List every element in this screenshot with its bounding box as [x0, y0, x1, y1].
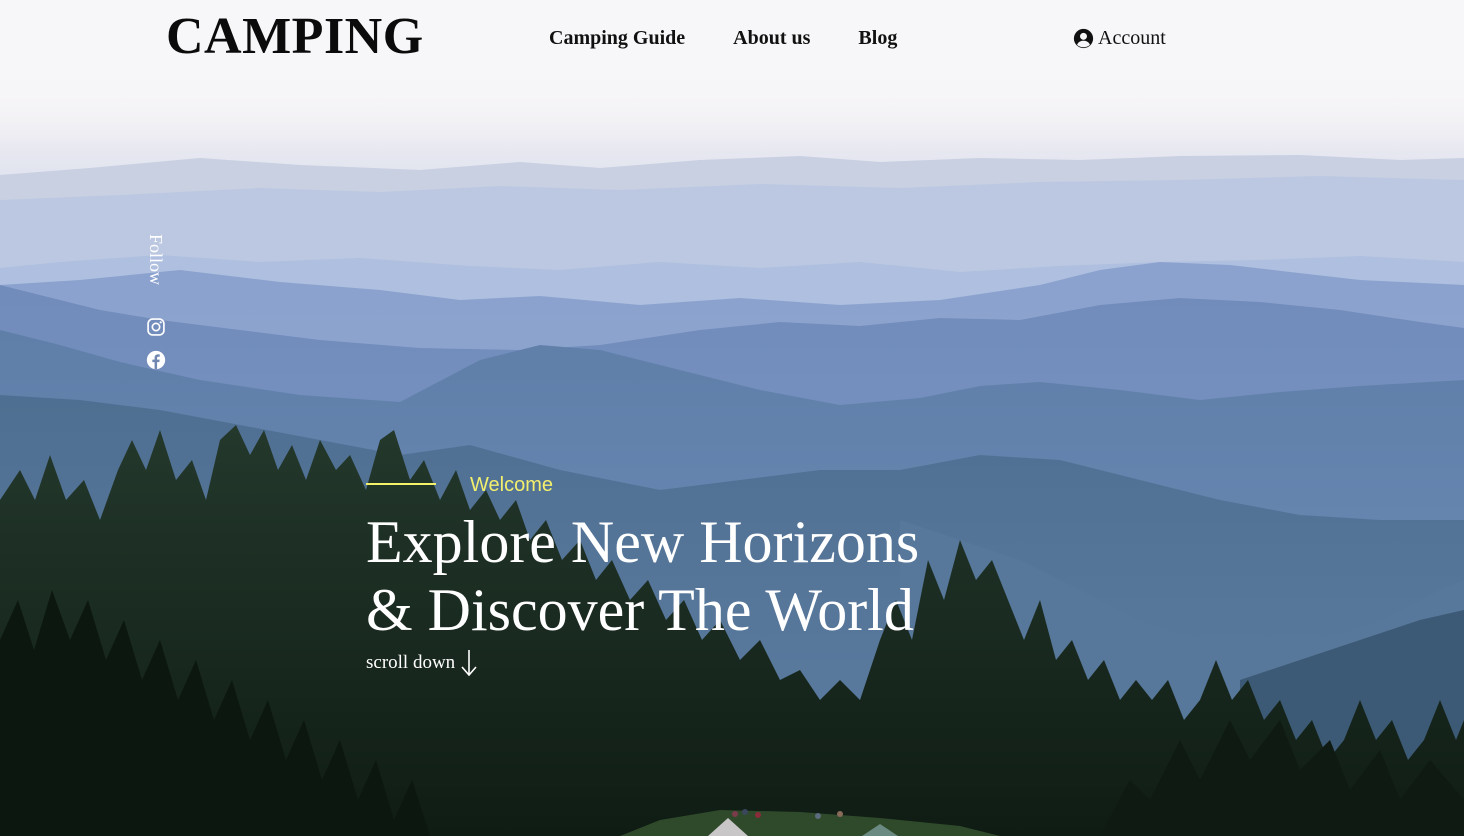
nav-blog[interactable]: Blog	[858, 26, 897, 50]
user-circle-icon	[1073, 28, 1094, 49]
facebook-link[interactable]	[146, 350, 166, 370]
hero-background-image	[0, 0, 1464, 836]
facebook-icon	[146, 350, 166, 370]
hero-headline-line1: Explore New Horizons	[366, 509, 920, 575]
main-nav: Camping Guide About us Blog	[549, 26, 945, 50]
welcome-divider	[366, 483, 436, 485]
account-link[interactable]: Account	[1073, 26, 1166, 50]
account-label: Account	[1098, 27, 1166, 49]
scroll-down-link[interactable]: scroll down	[366, 648, 479, 678]
arrow-down-icon	[459, 648, 479, 678]
nav-about-us[interactable]: About us	[733, 26, 810, 50]
instagram-icon	[146, 317, 166, 337]
nav-camping-guide[interactable]: Camping Guide	[549, 26, 685, 50]
follow-label: Follow	[146, 234, 166, 286]
hero-headline-line2: & Discover The World	[366, 577, 914, 643]
scroll-down-label: scroll down	[366, 652, 456, 673]
hero-kicker: Welcome	[470, 474, 553, 496]
instagram-link[interactable]	[146, 317, 166, 337]
site-logo[interactable]: CAMPING	[166, 8, 424, 66]
site-header: CAMPING Camping Guide About us Blog Acco…	[0, 0, 1464, 80]
hero-headline: Explore New Horizons & Discover The Worl…	[366, 508, 1006, 644]
